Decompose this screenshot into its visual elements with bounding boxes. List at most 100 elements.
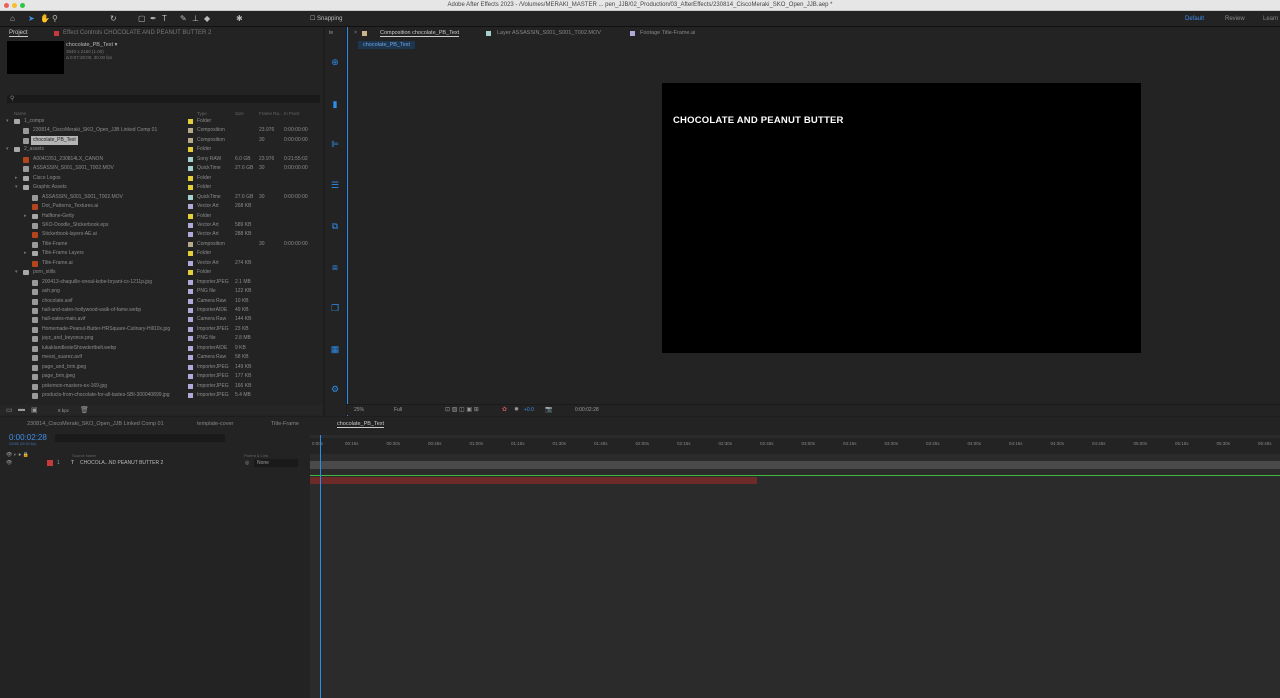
close-tab-icon[interactable]: × [354, 30, 357, 36]
preview-name[interactable]: chocolate_PB_Text ▾ [66, 42, 117, 48]
label-color[interactable] [188, 345, 193, 351]
project-item[interactable]: Homemade-Peanut-Butter-HRSquare-Culinary… [0, 325, 316, 335]
tab-effect-controls[interactable]: Effect Controls CHOCOLATE AND PEANUT BUT… [63, 30, 211, 36]
project-item[interactable]: A004C051_230814LX_CANON Sony RAW 6.0 GB … [0, 155, 316, 165]
parent-select[interactable]: None [254, 459, 298, 467]
project-item[interactable]: chocolate_PB_Text Composition 30 0:00:00… [0, 135, 316, 146]
new-comp-icon[interactable]: ▣ [31, 406, 38, 414]
project-item[interactable]: ▸ Title-Frame Layers Folder [0, 249, 316, 259]
layers-icon[interactable]: ⧈ [330, 262, 340, 272]
eraser-icon[interactable]: ◆ [204, 14, 210, 24]
col-name[interactable]: Name [14, 111, 26, 116]
label-color[interactable] [188, 289, 193, 295]
pen-tool-icon[interactable]: ✒ [150, 14, 157, 24]
col-source-name[interactable]: Source Name [72, 453, 96, 458]
col-frame-rate[interactable]: Frame Ra... [259, 111, 283, 116]
label-color[interactable] [188, 194, 193, 200]
project-item[interactable]: Dot_Patterns_Textures.ai Vector Art 268 … [0, 202, 316, 212]
current-time-display[interactable]: 0:00:02:28 [9, 433, 47, 442]
comp-breadcrumb[interactable]: chocolate_PB_Text [358, 41, 416, 49]
label-color[interactable] [188, 222, 193, 228]
label-color[interactable] [188, 374, 193, 380]
project-item[interactable]: ▾ Graphic Assets Folder [0, 183, 316, 193]
disclosure-triangle[interactable]: ▾ [6, 145, 9, 155]
tab-layer[interactable]: Layer ASSASSIN_S001_S001_T002.MOV [497, 30, 601, 36]
tab-project[interactable]: Project [9, 30, 28, 37]
selection-tool-icon[interactable]: ➤ [28, 14, 35, 24]
list-icon[interactable]: ☰ [330, 180, 340, 190]
composition-viewer[interactable]: CHOCOLATE AND PEANUT BUTTER [662, 83, 1141, 353]
workspace-learn[interactable]: Learn [1263, 16, 1278, 22]
label-color[interactable] [188, 317, 193, 323]
brush-tool-icon[interactable]: ✎ [180, 14, 187, 24]
disclosure-triangle[interactable]: ▾ [6, 117, 9, 127]
tab-timeline-linked-comp[interactable]: 230814_CiscoMeraki_SKO_Open_JJB Linked C… [27, 421, 164, 427]
magnification-select[interactable]: 25% [354, 407, 364, 413]
label-color[interactable] [188, 355, 193, 361]
snapping-checkbox[interactable]: ☐ Snapping [310, 14, 342, 24]
project-item[interactable]: hall-oates-main.avif Camera Raw 144 KB [0, 315, 316, 325]
type-tool-icon[interactable]: T [162, 14, 167, 24]
project-item[interactable]: ▾ 1_comps Folder [0, 117, 316, 127]
layer-row[interactable]: 👁 1 T CHOCOLA...ND PEANUT BUTTER 2 ◎ Non… [0, 459, 308, 467]
label-color[interactable] [188, 156, 193, 162]
exposure-value[interactable]: +0.0 [524, 407, 534, 413]
tab-composition[interactable]: Composition chocolate_PB_Text [380, 30, 460, 37]
project-item[interactable]: ▾ porn_stills Folder [0, 268, 316, 278]
workspace-review[interactable]: Review [1225, 16, 1245, 22]
new-folder-icon[interactable]: ▬ [18, 406, 25, 413]
label-color[interactable] [188, 393, 193, 399]
project-item[interactable]: pokemon-masters-ex-169.jpg ImporterJPEG … [0, 382, 316, 392]
channel-icon[interactable]: ✿ [502, 406, 507, 413]
color-management-icon[interactable]: ✹ [514, 406, 519, 413]
label-color[interactable] [188, 166, 193, 172]
project-item[interactable]: page_and_brin.jpeg ImporterJPEG 149 KB [0, 363, 316, 373]
project-item[interactable]: hall-and-oates-hollywood-walk-of-fame.we… [0, 306, 316, 316]
add-icon[interactable]: ⊕ [330, 57, 340, 67]
current-time-indicator[interactable] [320, 435, 321, 698]
panel-toggle-icon[interactable]: te [329, 30, 333, 36]
resolution-select[interactable]: Full [394, 407, 402, 413]
rotate-tool-icon[interactable]: ↻ [110, 14, 117, 24]
label-color[interactable] [188, 336, 193, 342]
project-item[interactable]: messi_suarez.avif Camera Raw 58 KB [0, 353, 316, 363]
project-item[interactable]: ▸ Cisco Logos Folder [0, 174, 316, 184]
layer-duration-bar[interactable] [310, 477, 757, 484]
viewer-text-layer[interactable]: CHOCOLATE AND PEANUT BUTTER [673, 115, 844, 126]
tab-footage[interactable]: Footage Title-Frame.ai [640, 30, 695, 36]
grid-icon[interactable]: ▦ [330, 344, 340, 354]
shapes-icon[interactable]: ⧉ [330, 221, 340, 231]
visibility-icon[interactable]: 👁 [6, 459, 12, 467]
region-of-interest-icon[interactable]: ⊡ ▨ ◫ ▣ ⊞ [445, 406, 479, 413]
puppet-pin-icon[interactable]: ✱ [236, 14, 243, 24]
snapshot-icon[interactable]: 📷 [545, 406, 552, 413]
project-item[interactable]: Title-Frame Composition 30 0:00:00:00 [0, 240, 316, 250]
project-item[interactable]: chocolate.avif Camera Raw 10 KB [0, 297, 316, 307]
work-area-bar[interactable] [310, 461, 1280, 469]
pickwhip-icon[interactable]: ◎ [245, 459, 249, 467]
project-search-input[interactable]: ⚲ [7, 95, 320, 103]
clip-icon[interactable]: ▮ [330, 99, 340, 109]
project-item[interactable]: page_brin.jpeg ImporterJPEG 177 KB [0, 372, 316, 382]
label-color[interactable] [188, 213, 193, 219]
label-color[interactable] [188, 308, 193, 313]
label-color[interactable] [188, 270, 193, 276]
label-color[interactable] [188, 185, 193, 191]
label-color[interactable] [188, 279, 193, 285]
col-in-point[interactable]: In Point [284, 111, 299, 116]
disclosure-triangle[interactable]: ▸ [24, 249, 27, 259]
label-color[interactable] [188, 232, 193, 238]
timeline-search-input[interactable] [55, 434, 225, 442]
disclosure-triangle[interactable]: ▸ [24, 212, 27, 222]
project-item[interactable]: 200413-shaquille-oneal-kobe-bryant-cs-12… [0, 278, 316, 288]
hand-tool-icon[interactable]: ✋ [40, 14, 50, 24]
label-color[interactable] [188, 383, 193, 389]
layer-name[interactable]: CHOCOLA...ND PEANUT BUTTER 2 [80, 459, 163, 467]
layer-label-color[interactable] [47, 460, 53, 466]
col-parent-link[interactable]: Parent & Link [244, 453, 268, 458]
workspace-default[interactable]: Default [1185, 16, 1204, 22]
project-item[interactable]: ash.png PNG file 122 KB [0, 287, 316, 297]
time-ruler[interactable]: 0:00s 00:15s 00:30s 00:45s 01:00s 01:15s 01:30… [310, 438, 1280, 454]
label-color[interactable] [188, 298, 193, 304]
project-item[interactable]: ▾ 2_assets Folder [0, 145, 316, 155]
